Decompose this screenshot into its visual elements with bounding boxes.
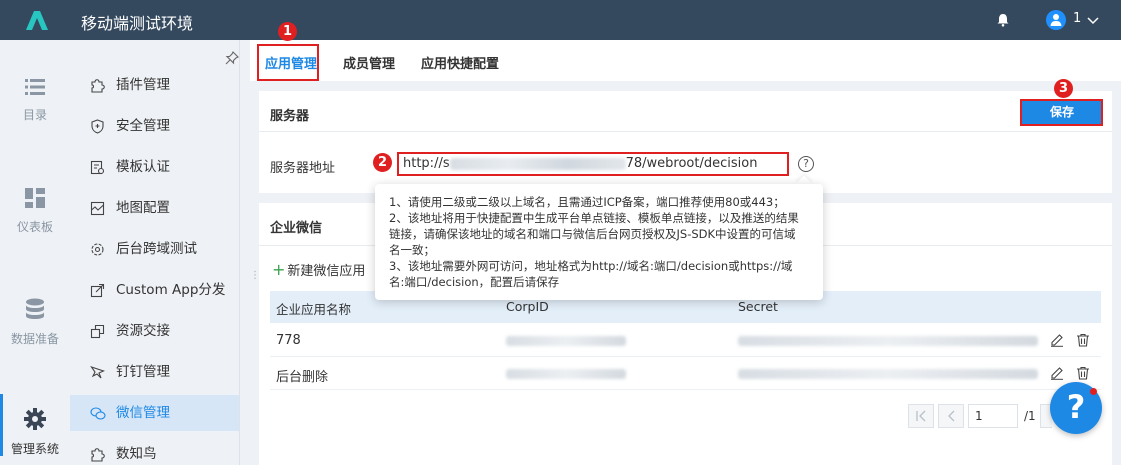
url-suffix: 78/webroot/decision: [625, 156, 758, 171]
submenu-item-map-config[interactable]: 地图配置: [70, 190, 239, 226]
app-title: 移动端测试环境: [81, 14, 194, 33]
primary-nav-rail: 目录 仪表板 数据准备 管理系统: [0, 40, 70, 465]
first-page-icon: [916, 410, 926, 422]
submenu-item-label: 后台跨域测试: [116, 241, 197, 257]
wechat-title: 企业微信: [270, 221, 323, 236]
new-wechat-app-button[interactable]: + 新建微信应用: [272, 260, 365, 279]
top-bar: 移动端测试环境 1: [0, 0, 1121, 40]
annotation-badge-3: 3: [1054, 79, 1073, 98]
submenu-item-custom-app[interactable]: Custom App分发: [70, 272, 239, 308]
server-card: 服务器: [259, 91, 1112, 193]
submenu-item-template-auth[interactable]: 模板认证: [70, 149, 239, 185]
rail-label: 数据准备: [10, 332, 59, 346]
admin-submenu: 插件管理 安全管理 模板认证 地图配置 后台跨域测试 Custom App分发 …: [70, 40, 240, 465]
logo-icon: [26, 11, 48, 30]
app-name-cell: 后台删除: [276, 370, 329, 385]
column-header-secret: Secret: [738, 299, 778, 314]
shield-icon: [91, 119, 104, 134]
submenu-item-label: 钉钉管理: [116, 364, 170, 380]
user-count[interactable]: 1: [1073, 11, 1081, 26]
delete-icon[interactable]: [1076, 366, 1090, 380]
list-icon: [25, 79, 45, 95]
puzzle-icon: [91, 79, 105, 93]
gear-icon: [91, 243, 104, 256]
tab-member-management[interactable]: 成员管理: [343, 53, 395, 72]
server-address-tooltip: 1、请使用二级或二级以上域名，且需通过ICP备案，端口推荐使用80或443； 2…: [375, 184, 823, 300]
wechat-icon: [90, 407, 106, 420]
submenu-item-label: 地图配置: [116, 200, 170, 216]
table-row: 后台删除: [270, 357, 1101, 390]
avatar[interactable]: [1046, 10, 1066, 30]
redacted-secret: [738, 336, 1038, 346]
tooltip-line: 1、请使用二级或二级以上域名，且需通过ICP备案，端口推荐使用80或443；: [389, 195, 785, 209]
rail-label: 管理系统: [10, 442, 59, 456]
submenu-item-label: 插件管理: [116, 77, 170, 93]
new-app-label: 新建微信应用: [287, 264, 366, 279]
chevron-left-icon: [948, 410, 955, 422]
submenu-item-security[interactable]: 安全管理: [70, 108, 239, 144]
highlight-box-tab: [257, 44, 319, 81]
help-icon[interactable]: ?: [798, 156, 814, 172]
redacted-corpid: [506, 369, 626, 379]
template-icon: [90, 160, 105, 175]
notification-dot: [1090, 388, 1097, 395]
database-icon: [26, 298, 44, 319]
page-number-input[interactable]: 1: [968, 404, 1018, 428]
column-header-corpid: CorpID: [506, 299, 549, 314]
chevron-down-icon[interactable]: [1086, 13, 1100, 27]
rail-item-data-prep[interactable]: 数据准备: [0, 298, 70, 347]
submenu-item-dingtalk[interactable]: 钉钉管理: [70, 354, 239, 390]
gear-icon: [24, 408, 46, 430]
submenu-item-resource-handover[interactable]: 资源交接: [70, 313, 239, 349]
rail-label: 目录: [22, 108, 47, 122]
redacted-text: [449, 157, 626, 170]
page-total: /1: [1024, 409, 1036, 423]
server-address-input[interactable]: http://s 78/webroot/decision: [397, 152, 789, 176]
tab-quick-config[interactable]: 应用快捷配置: [421, 53, 499, 72]
submenu-item-label: 安全管理: [116, 118, 170, 134]
bell-icon[interactable]: [996, 13, 1010, 27]
submenu-item-shuzhiniao[interactable]: 数知鸟: [70, 436, 239, 465]
url-prefix: http://s: [403, 156, 450, 171]
tab-bar: 应用管理 成员管理 应用快捷配置: [250, 40, 1121, 81]
submenu-item-label: 模板认证: [116, 159, 170, 175]
share-icon: [90, 283, 105, 298]
submenu-item-cors-test[interactable]: 后台跨域测试: [70, 231, 239, 267]
redacted-secret: [738, 369, 1038, 379]
rail-item-dashboard[interactable]: 仪表板: [0, 188, 70, 235]
divider: [259, 131, 1112, 132]
rail-item-admin[interactable]: 管理系统: [0, 394, 70, 457]
submenu-item-label: Custom App分发: [116, 282, 226, 298]
submenu-item-label: 资源交接: [116, 323, 170, 339]
app-name-cell: 778: [276, 333, 301, 348]
transfer-icon: [90, 324, 105, 339]
annotation-badge-1: 1: [278, 22, 297, 41]
tooltip-line: 3、该地址需要外网可访问，地址格式为http://域名:端口/decision或…: [389, 259, 793, 289]
submenu-item-wechat[interactable]: 微信管理: [70, 395, 239, 431]
plus-icon: +: [272, 260, 286, 279]
map-icon: [90, 201, 105, 216]
submenu-item-label: 微信管理: [116, 405, 170, 421]
annotation-badge-2: 2: [373, 153, 392, 172]
delete-icon[interactable]: [1076, 333, 1090, 347]
column-header-name: 企业应用名称: [276, 302, 352, 317]
rail-label: 仪表板: [16, 220, 53, 234]
prev-page-button[interactable]: [938, 404, 964, 428]
dashboard-icon: [25, 188, 45, 208]
edit-icon[interactable]: [1050, 333, 1064, 347]
redacted-corpid: [506, 336, 626, 346]
server-address-label: 服务器地址: [270, 161, 336, 176]
submenu-item-plugins[interactable]: 插件管理: [70, 67, 239, 103]
pin-icon[interactable]: [225, 51, 239, 65]
highlight-box-save: [1020, 99, 1103, 126]
edit-icon[interactable]: [1050, 366, 1064, 380]
submenu-item-label: 数知鸟: [116, 446, 157, 462]
rail-item-catalog[interactable]: 目录: [0, 78, 70, 123]
puzzle-icon: [91, 448, 105, 462]
table-row: 778: [270, 324, 1101, 357]
server-title: 服务器: [270, 109, 310, 124]
dingtalk-icon: [90, 365, 105, 379]
tooltip-line: 2、该地址将用于快捷配置中生成平台单点链接、模板单点链接，以及推送的结果链接，请…: [389, 211, 799, 257]
first-page-button[interactable]: [908, 404, 934, 428]
